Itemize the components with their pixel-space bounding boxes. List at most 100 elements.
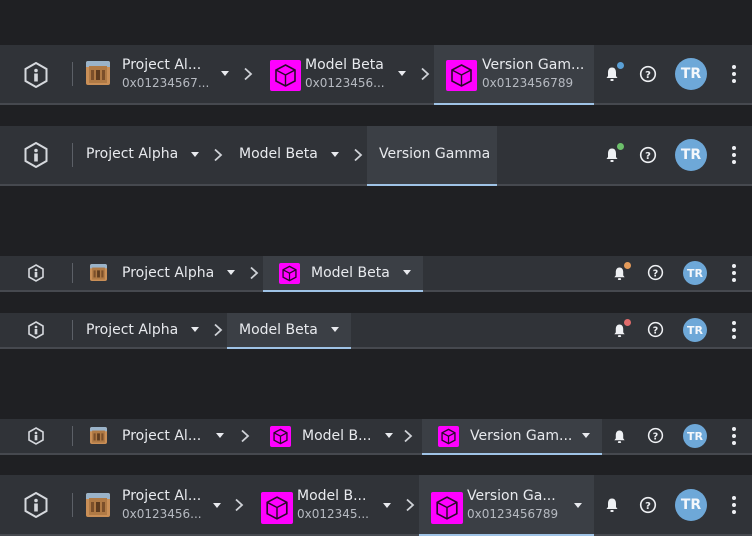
bell-icon[interactable]	[613, 323, 626, 338]
version-name: Version Gamma	[379, 146, 491, 162]
project-dropdown-caret[interactable]	[191, 327, 199, 332]
bell-icon[interactable]	[613, 266, 626, 281]
version-dropdown-caret[interactable]	[574, 503, 582, 508]
app-logo-icon[interactable]	[28, 427, 44, 445]
breadcrumb-bar-1: Project Al... 0x01234567... Model Beta 0…	[0, 45, 752, 105]
divider	[72, 143, 73, 167]
chevron-right-icon	[406, 498, 415, 512]
model-dropdown-caret[interactable]	[331, 327, 339, 332]
svg-text:?: ?	[645, 501, 651, 512]
breadcrumb-bar-3: Project Alpha Model Beta ? TR	[0, 256, 752, 292]
breadcrumb-project[interactable]: Project Al... 0x0123456...	[84, 475, 226, 534]
kebab-icon[interactable]	[730, 64, 738, 84]
breadcrumb-model[interactable]: Model B... 0x012345...	[256, 475, 398, 534]
svg-text:?: ?	[645, 151, 651, 162]
user-avatar[interactable]: TR	[675, 139, 707, 171]
version-dropdown-caret[interactable]	[582, 433, 590, 438]
user-avatar[interactable]: TR	[683, 318, 707, 342]
version-name: Version Gam...	[470, 428, 573, 444]
breadcrumb-bar-4: Project Alpha Model Beta ? TR	[0, 313, 752, 349]
user-avatar[interactable]: TR	[683, 261, 707, 285]
divider	[72, 263, 73, 283]
project-dropdown-caret[interactable]	[191, 152, 199, 157]
app-logo-icon[interactable]	[24, 62, 48, 88]
help-icon[interactable]: ?	[639, 496, 657, 514]
project-name: Project Alpha	[86, 322, 179, 338]
chevron-right-icon	[244, 67, 253, 81]
model-dropdown-caret[interactable]	[385, 433, 393, 438]
model-name: Model Beta	[305, 57, 384, 73]
user-avatar[interactable]: TR	[675, 58, 707, 90]
model-dropdown-caret[interactable]	[398, 71, 406, 76]
app-logo-icon[interactable]	[24, 142, 48, 168]
breadcrumb-version[interactable]: Version Gamma	[367, 126, 497, 186]
version-name: Version Gam...	[482, 57, 585, 73]
divider	[72, 426, 73, 446]
project-dropdown-caret[interactable]	[227, 270, 235, 275]
breadcrumb-model[interactable]: Model Beta	[263, 256, 423, 292]
bell-icon[interactable]	[605, 147, 619, 163]
chevron-right-icon	[235, 498, 244, 512]
breadcrumb-version[interactable]: Version Ga... 0x0123456789	[419, 475, 594, 536]
breadcrumb-project[interactable]: Project Alpha	[84, 126, 206, 184]
breadcrumb-project[interactable]: Project Alpha	[84, 313, 206, 347]
project-dropdown-caret[interactable]	[213, 503, 221, 508]
project-name: Project Al...	[122, 428, 202, 444]
app-logo-icon[interactable]	[28, 321, 44, 339]
project-dropdown-caret[interactable]	[216, 433, 224, 438]
svg-text:?: ?	[653, 268, 658, 279]
magenta-cube-icon	[446, 60, 477, 91]
app-logo-icon[interactable]	[24, 492, 48, 518]
kebab-icon[interactable]	[730, 495, 738, 515]
svg-text:?: ?	[653, 325, 658, 336]
breadcrumb-model[interactable]: Model Beta	[227, 313, 351, 349]
model-name: Model Beta	[239, 146, 318, 162]
bell-icon[interactable]	[605, 497, 619, 513]
breadcrumb-model[interactable]: Model Beta	[236, 126, 346, 184]
project-id: 0x01234567...	[122, 76, 210, 90]
help-icon[interactable]: ?	[647, 321, 664, 338]
project-dropdown-caret[interactable]	[221, 71, 229, 76]
magenta-cube-icon	[261, 492, 293, 524]
kebab-icon[interactable]	[730, 320, 738, 340]
breadcrumb-project[interactable]: Project Alpha	[84, 256, 240, 290]
magenta-cube-icon	[279, 263, 300, 284]
kebab-icon[interactable]	[730, 263, 738, 283]
help-icon[interactable]: ?	[639, 146, 657, 164]
project-thumbnail	[90, 264, 107, 281]
divider	[72, 62, 73, 86]
breadcrumb-project[interactable]: Project Al... 0x01234567...	[84, 45, 234, 103]
app-logo-icon[interactable]	[28, 264, 44, 282]
help-icon[interactable]: ?	[647, 264, 664, 281]
magenta-cube-icon	[431, 492, 463, 524]
notification-dot	[624, 262, 631, 269]
help-icon[interactable]: ?	[639, 65, 657, 83]
user-avatar[interactable]: TR	[683, 424, 707, 448]
bell-icon[interactable]	[605, 66, 619, 82]
breadcrumb-version[interactable]: Version Gam... 0x0123456789	[434, 45, 594, 105]
breadcrumb-bar-6: Project Al... 0x0123456... Model B... 0x…	[0, 475, 752, 536]
help-icon[interactable]: ?	[647, 427, 664, 444]
notification-dot	[617, 143, 624, 150]
project-thumbnail	[86, 61, 110, 85]
kebab-icon[interactable]	[730, 426, 738, 446]
version-name: Version Ga...	[467, 488, 556, 504]
bell-icon[interactable]	[613, 429, 626, 444]
notification-dot	[617, 62, 624, 69]
user-avatar[interactable]: TR	[675, 489, 707, 521]
chevron-right-icon	[250, 266, 259, 280]
breadcrumb-model[interactable]: Model Beta 0x0123456...	[262, 45, 412, 103]
model-name: Model Beta	[311, 265, 390, 281]
chevron-right-icon	[214, 323, 223, 337]
breadcrumb-model[interactable]: Model B...	[262, 419, 408, 453]
breadcrumb-project[interactable]: Project Al...	[84, 419, 236, 453]
model-dropdown-caret[interactable]	[403, 270, 411, 275]
breadcrumb-version[interactable]: Version Gam...	[422, 419, 602, 455]
svg-text:?: ?	[653, 431, 658, 442]
magenta-cube-icon	[270, 60, 301, 91]
chevron-right-icon	[241, 429, 250, 443]
kebab-icon[interactable]	[730, 145, 738, 165]
model-dropdown-caret[interactable]	[331, 152, 339, 157]
model-id: 0x012345...	[297, 507, 369, 521]
model-dropdown-caret[interactable]	[383, 503, 391, 508]
